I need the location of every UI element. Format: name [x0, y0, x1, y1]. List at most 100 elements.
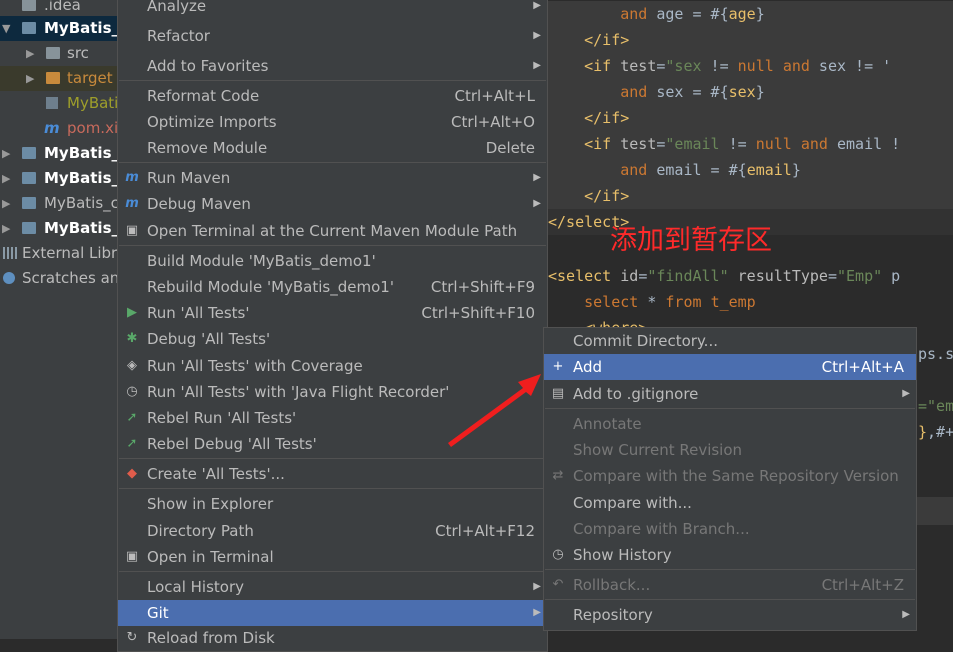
menu-separator — [119, 458, 546, 459]
code-line: <if test="email != null and email ! — [548, 131, 953, 157]
chevron-right-icon[interactable]: ▶ — [2, 216, 10, 241]
create-config-icon: ◆ — [127, 466, 137, 481]
code-line: </if> — [548, 27, 953, 53]
tree-item-module[interactable]: ▶ MyBatis_I — [0, 216, 120, 241]
tree-item-pom[interactable]: m pom.xi — [0, 116, 120, 141]
gitignore-icon: ▤ — [551, 386, 565, 401]
tree-item-iml[interactable]: MyBati — [0, 91, 120, 116]
git-submenu: Commit Directory... + Add Ctrl+Alt+A ▤ Add to… — [543, 327, 917, 631]
module-folder-icon — [22, 197, 36, 209]
coverage-icon: ◈ — [127, 358, 137, 373]
file-icon — [46, 97, 58, 109]
tree-item-external-libraries[interactable]: External Libra — [0, 241, 120, 266]
library-icon — [3, 247, 17, 259]
menu-item-run-all-tests-with-coverage[interactable]: ◈ Run 'All Tests' with Coverage — [118, 353, 547, 379]
menu-item-run-maven[interactable]: m Run Maven ▶ — [118, 165, 547, 191]
menu-item-shortcut: Ctrl+Alt+O — [451, 113, 535, 131]
tree-item-target[interactable]: ▶ target — [0, 66, 120, 91]
menu-separator — [119, 571, 546, 572]
menu-item-optimize-imports[interactable]: Optimize Imports Ctrl+Alt+O — [118, 109, 547, 135]
terminal-icon: ▣ — [125, 549, 139, 564]
menu-item-reformat-code[interactable]: Reformat Code Ctrl+Alt+L — [118, 83, 547, 109]
menu-item-add[interactable]: + Add Ctrl+Alt+A — [544, 354, 916, 380]
menu-item-local-history[interactable]: Local History ▶ — [118, 574, 547, 600]
tree-item-label: src — [67, 44, 89, 62]
tree-item-label: target — [67, 69, 113, 87]
menu-item-label: Rollback... — [573, 576, 651, 594]
menu-item-remove-module[interactable]: Remove Module Delete — [118, 135, 547, 161]
chevron-right-icon[interactable]: ▶ — [26, 66, 34, 91]
submenu-arrow-icon: ▶ — [533, 172, 541, 183]
menu-item-label: Compare with the Same Repository Version — [573, 467, 899, 485]
menu-item-show-history[interactable]: ◷ Show History — [544, 542, 916, 568]
menu-item-rollback: ↶ Rollback... Ctrl+Alt+Z — [544, 572, 916, 598]
maven-icon: m — [44, 119, 60, 137]
menu-item-label: Show in Explorer — [147, 495, 274, 513]
tree-item-label: MyBatis_c — [44, 194, 119, 212]
submenu-arrow-icon: ▶ — [533, 581, 541, 592]
menu-item-rebel-debug-all-tests[interactable]: ➚ Rebel Debug 'All Tests' — [118, 431, 547, 457]
code-line: },#+ — [918, 423, 953, 441]
submenu-arrow-icon: ▶ — [902, 388, 910, 399]
menu-item-label: Annotate — [573, 415, 642, 433]
chevron-right-icon[interactable]: ▶ — [2, 141, 10, 166]
chevron-right-icon[interactable]: ▶ — [26, 41, 34, 66]
clock-icon: ◷ — [552, 547, 564, 562]
tree-item-module-selected[interactable]: ▼ MyBatis_c — [0, 16, 120, 41]
menu-item-debug-maven[interactable]: m Debug Maven ▶ — [118, 191, 547, 217]
menu-item-annotate: Annotate — [544, 411, 916, 437]
menu-item-repository[interactable]: Repository ▶ — [544, 602, 916, 628]
menu-item-label: Optimize Imports — [147, 113, 277, 131]
menu-item-rebuild-module-mybatis-demo1[interactable]: Rebuild Module 'MyBatis_demo1' Ctrl+Shift… — [118, 274, 547, 300]
menu-item-refactor[interactable]: Refactor ▶ — [118, 23, 547, 49]
menu-item-git[interactable]: Git ▶ — [118, 600, 547, 626]
chevron-right-icon[interactable]: ▶ — [2, 166, 10, 191]
tree-item-scratches[interactable]: Scratches and — [0, 266, 120, 291]
menu-item-label: Run Maven — [147, 169, 231, 187]
menu-item-add-to-favorites[interactable]: Add to Favorites ▶ — [118, 53, 547, 79]
code-line: <if test="sex != null and sex != ' — [548, 53, 953, 79]
menu-item-build-module-mybatis-demo1[interactable]: Build Module 'MyBatis_demo1' — [118, 248, 547, 274]
menu-item-shortcut: Ctrl+Alt+L — [454, 87, 536, 105]
menu-item-run-all-tests-with-java-flight-recorder[interactable]: ◷ Run 'All Tests' with 'Java Flight Recor… — [118, 379, 547, 405]
tree-item-module[interactable]: ▶ MyBatis_c — [0, 166, 120, 191]
menu-item-label: Refactor — [147, 27, 210, 45]
menu-item-add-to-gitignore[interactable]: ▤ Add to .gitignore ▶ — [544, 381, 916, 407]
menu-item-analyze[interactable]: Analyze ▶ — [118, 0, 547, 19]
menu-item-label: Add to .gitignore — [573, 385, 699, 403]
tree-item-src[interactable]: ▶ src — [0, 41, 120, 66]
menu-item-create-all-tests[interactable]: ◆ Create 'All Tests'... — [118, 461, 547, 487]
chevron-down-icon[interactable]: ▼ — [2, 16, 10, 41]
menu-separator — [119, 80, 546, 81]
chevron-right-icon[interactable]: ▶ — [2, 191, 10, 216]
annotation-text: 添加到暂存区 — [610, 225, 772, 256]
tree-item-module[interactable]: ▶ MyBatis_c — [0, 191, 120, 216]
menu-item-label: Add to Favorites — [147, 57, 269, 75]
code-line: select * from t_emp — [584, 293, 756, 311]
submenu-arrow-icon: ▶ — [533, 0, 541, 11]
menu-item-debug-all-tests[interactable]: ✱ Debug 'All Tests' — [118, 326, 547, 352]
code-line: and email = #{email} — [548, 157, 953, 183]
menu-item-compare-with-branch: Compare with Branch... — [544, 516, 916, 542]
menu-item-commit-directory[interactable]: Commit Directory... — [544, 328, 916, 354]
menu-separator — [545, 408, 915, 409]
menu-item-label: Directory Path — [147, 522, 254, 540]
tree-item-module[interactable]: ▶ MyBatis_c — [0, 141, 120, 166]
folder-icon — [22, 0, 36, 11]
menu-item-label: Build Module 'MyBatis_demo1' — [147, 252, 376, 270]
reload-icon: ↻ — [126, 630, 138, 645]
menu-item-label: Show History — [573, 546, 672, 564]
menu-item-rebel-run-all-tests[interactable]: ➚ Rebel Run 'All Tests' — [118, 405, 547, 431]
menu-item-label: Commit Directory... — [573, 332, 718, 350]
menu-item-run-all-tests[interactable]: ▶ Run 'All Tests' Ctrl+Shift+F10 — [118, 300, 547, 326]
module-folder-icon — [22, 172, 36, 184]
menu-item-compare-with[interactable]: Compare with... — [544, 490, 916, 516]
menu-item-directory-path[interactable]: Directory Path Ctrl+Alt+F12 — [118, 518, 547, 544]
menu-item-open-terminal-at-the-current-maven-module-path[interactable]: ▣ Open Terminal at the Current Maven Modu… — [118, 218, 547, 244]
menu-item-show-in-explorer[interactable]: Show in Explorer — [118, 491, 547, 517]
menu-item-open-in-terminal[interactable]: ▣ Open in Terminal — [118, 544, 547, 570]
menu-item-reload-from-disk[interactable]: ↻ Reload from Disk — [118, 625, 547, 651]
code-line: ps.s — [918, 345, 953, 363]
menu-item-label: Analyze — [147, 0, 207, 15]
menu-separator — [545, 569, 915, 570]
